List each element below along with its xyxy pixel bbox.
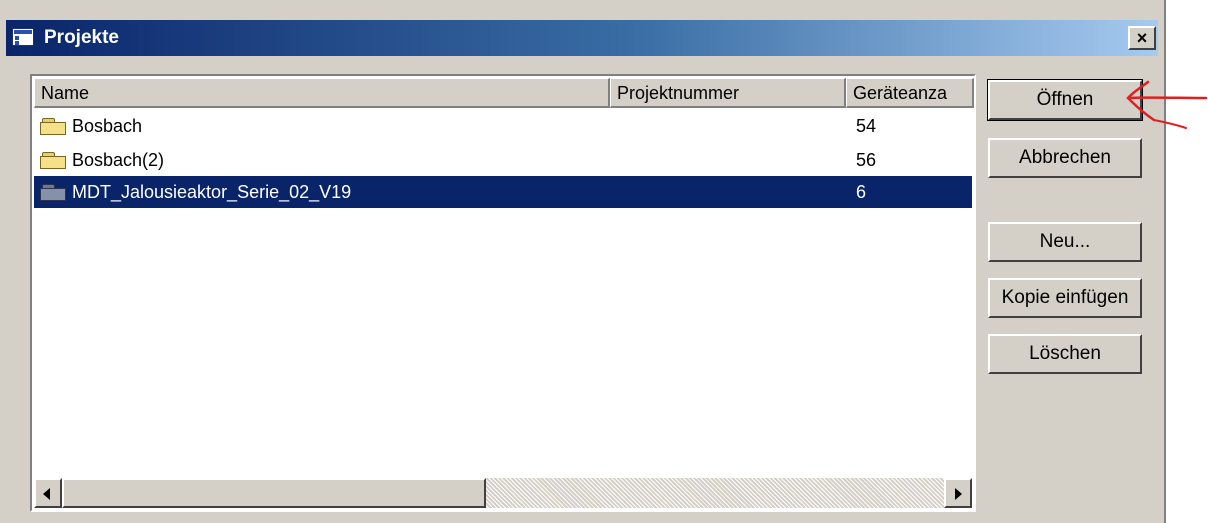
- project-name: MDT_Jalousieaktor_Serie_02_V19: [72, 182, 352, 202]
- delete-button[interactable]: Löschen: [988, 334, 1142, 374]
- close-button[interactable]: ×: [1128, 26, 1156, 50]
- device-count: 54: [856, 116, 877, 136]
- arrow-left-icon: [43, 488, 50, 500]
- cancel-button[interactable]: Abbrechen: [988, 138, 1142, 178]
- folder-icon: [40, 118, 68, 136]
- window-title: Projekte: [44, 27, 119, 48]
- list-item[interactable]: Bosbach(2) 56: [34, 144, 972, 176]
- column-header-projektnummer[interactable]: Projektnummer: [610, 78, 846, 108]
- open-button[interactable]: Öffnen: [987, 79, 1143, 121]
- scrollbar-thumb[interactable]: [62, 478, 486, 508]
- scroll-right-button[interactable]: [944, 478, 972, 508]
- device-count: 6: [856, 182, 867, 202]
- project-name: Bosbach: [72, 116, 143, 136]
- horizontal-scrollbar[interactable]: [34, 478, 972, 508]
- window-icon: [12, 28, 34, 46]
- list-item[interactable]: Bosbach 54: [34, 110, 972, 142]
- arrow-right-icon: [955, 488, 962, 500]
- close-icon: ×: [1136, 28, 1148, 48]
- column-header-name[interactable]: Name: [34, 78, 610, 108]
- annotation-arrow-icon: [1126, 80, 1208, 129]
- project-name: Bosbach(2): [72, 150, 165, 170]
- device-count: 56: [856, 150, 877, 170]
- list-item-selected[interactable]: MDT_Jalousieaktor_Serie_02_V19 6: [34, 176, 972, 208]
- new-button[interactable]: Neu...: [988, 222, 1142, 262]
- projekte-dialog: Projekte × Name Projektnummer Geräteanza…: [0, 0, 1166, 523]
- paste-copy-button[interactable]: Kopie einfügen: [988, 278, 1142, 318]
- scroll-left-button[interactable]: [34, 478, 62, 508]
- folder-icon: [40, 184, 68, 202]
- folder-icon: [40, 152, 68, 170]
- title-bar[interactable]: Projekte ×: [6, 20, 1158, 56]
- project-list[interactable]: Name Projektnummer Geräteanza Bosbach 54…: [30, 74, 976, 512]
- column-header-geraeteanzahl[interactable]: Geräteanza: [846, 78, 974, 108]
